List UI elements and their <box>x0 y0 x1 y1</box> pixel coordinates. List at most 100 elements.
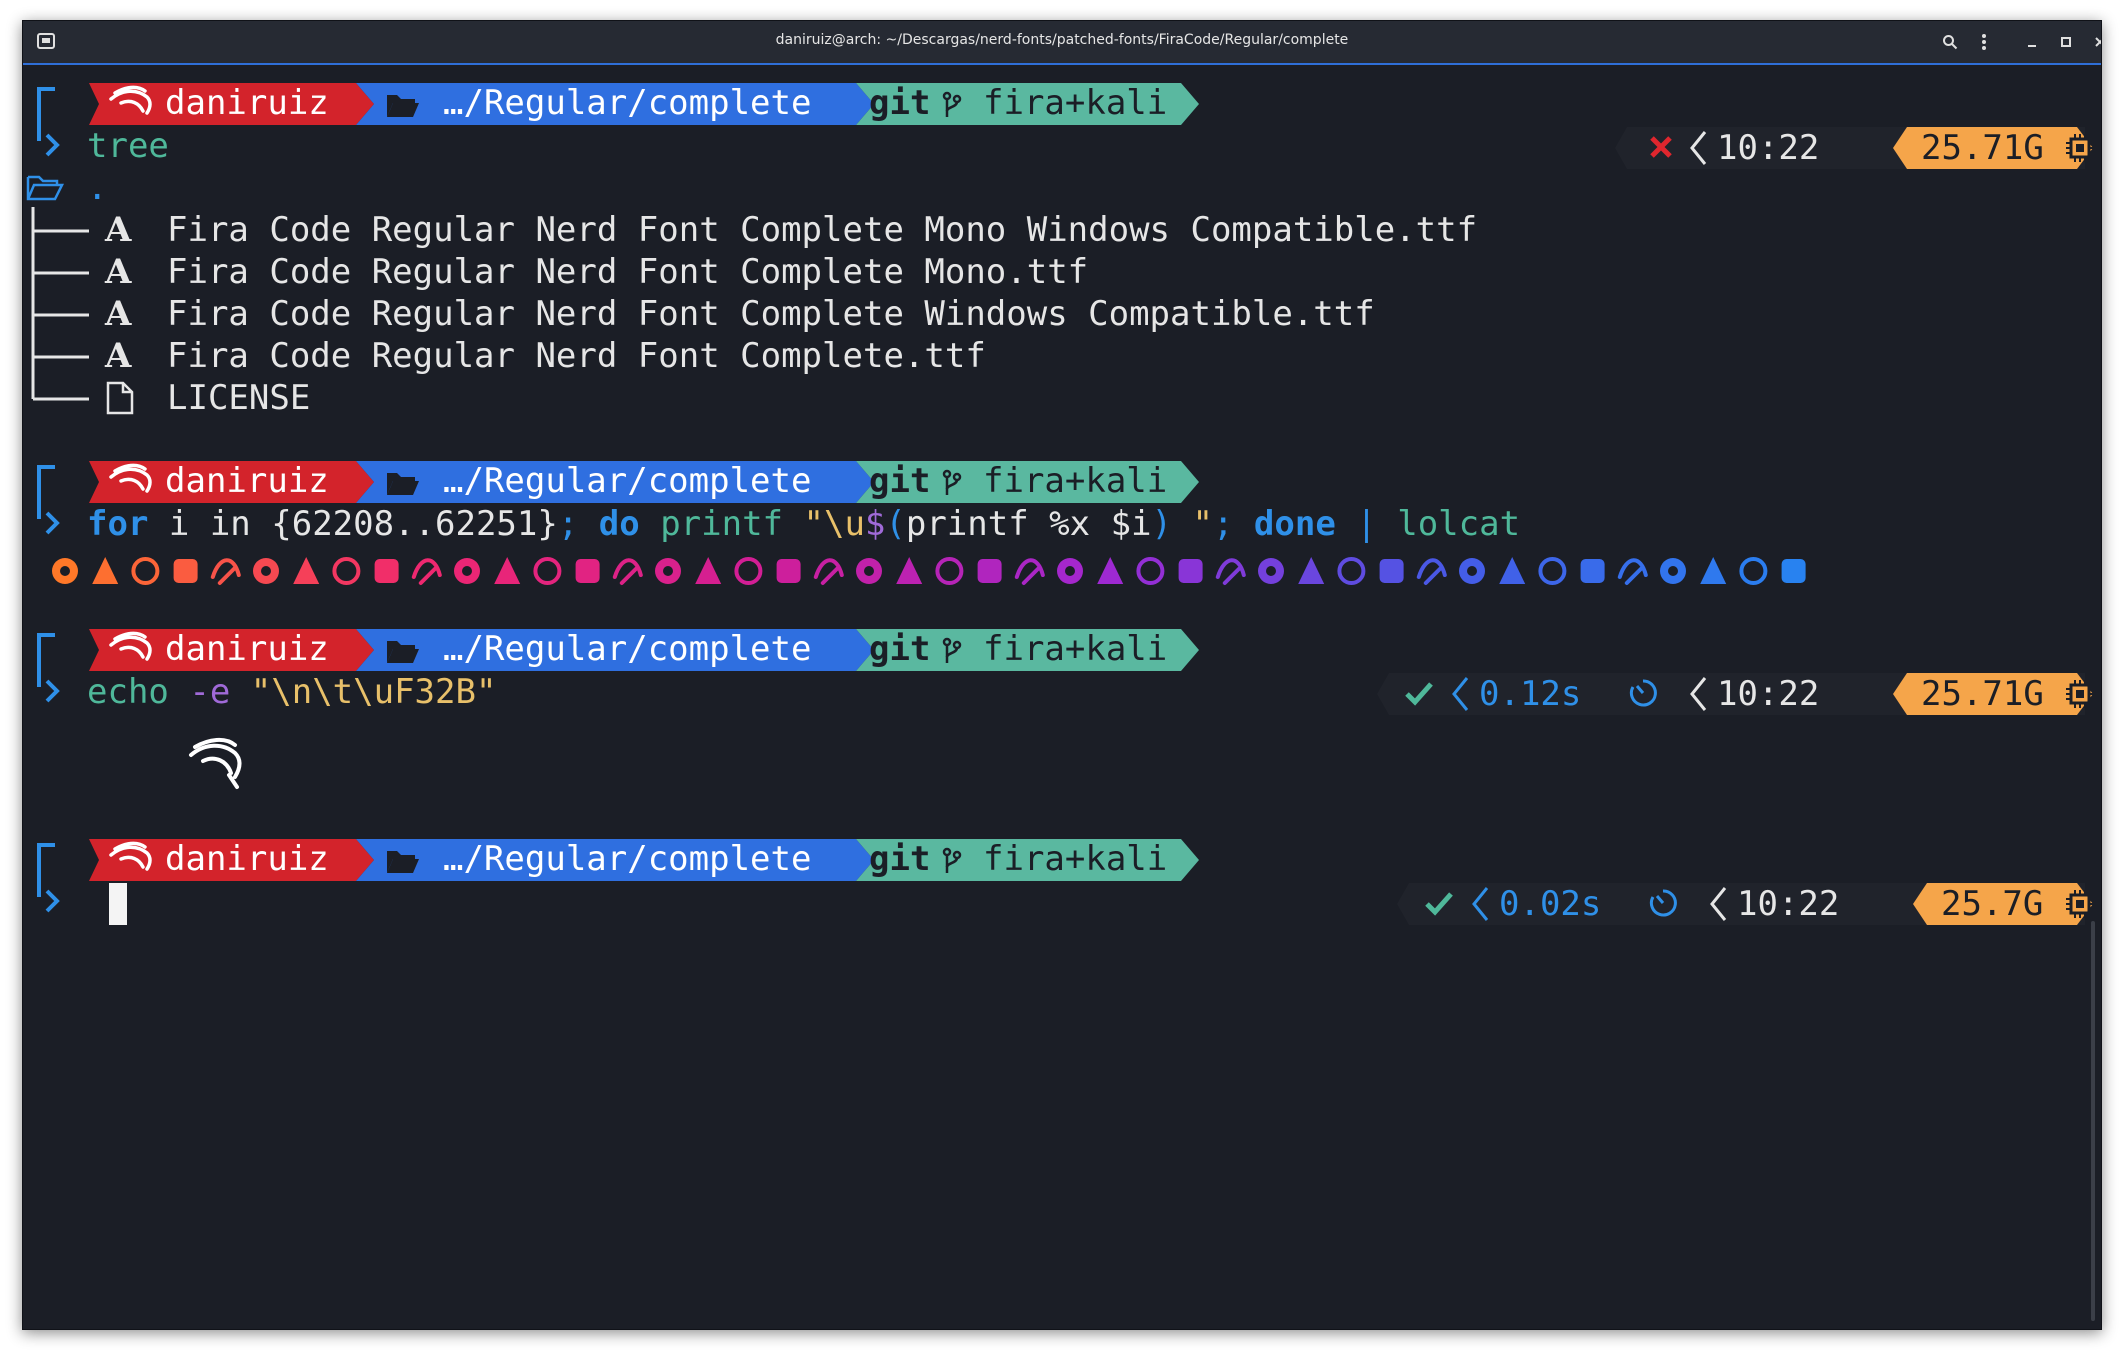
git-branch-icon <box>942 91 962 117</box>
chevron-left-icon <box>1472 887 1489 921</box>
tree-file-item: Fira Code Regular Nerd Font Complete Mon… <box>167 252 1089 292</box>
kali-dragon-icon <box>109 463 152 493</box>
check-icon <box>1425 892 1453 916</box>
distro-logo-icon <box>1215 558 1246 585</box>
distro-logo-icon <box>1617 558 1648 585</box>
distro-logo-icon <box>1499 557 1526 584</box>
prompt-git-label: git <box>869 839 931 879</box>
git-branch-icon <box>942 847 962 873</box>
git-branch-icon <box>942 637 962 663</box>
distro-logo-icon <box>1781 559 1806 583</box>
distro-logo-icon <box>454 558 480 584</box>
distro-logo-icon <box>856 558 882 584</box>
distro-logo-icon <box>131 557 160 585</box>
title-bar: daniruiz@arch: ~/Descargas/nerd-fonts/pa… <box>23 21 2101 65</box>
keyword-do: do <box>578 504 640 544</box>
distro-logo-icon <box>1258 558 1284 584</box>
chevron-left-icon <box>1710 887 1727 921</box>
distro-logo-icon <box>896 557 923 584</box>
cmd-paren-close: ) <box>1151 504 1173 544</box>
timer-icon <box>1649 889 1677 917</box>
tree-file-item: Fira Code Regular Nerd Font Complete.ttf <box>167 336 986 376</box>
scrollbar[interactable] <box>2091 921 2095 1321</box>
distro-logo-icon <box>411 558 442 585</box>
prompt-directory: …/Regular/complete <box>443 629 812 669</box>
font-file-icon: A <box>105 294 132 334</box>
cmd-flag: -e <box>168 672 231 712</box>
close-button[interactable] <box>2087 29 2101 55</box>
kebab-menu-icon <box>1982 34 1986 50</box>
chevron-left-icon <box>1452 677 1469 711</box>
distro-logo-icon <box>494 557 521 584</box>
distro-logo-icon <box>695 557 722 584</box>
font-file-icon: A <box>105 252 132 292</box>
distro-logo-icon <box>1057 558 1083 584</box>
close-icon <box>2095 37 2101 47</box>
cmd-string-start: "\u <box>783 504 865 544</box>
maximize-button[interactable] <box>2053 29 2079 55</box>
timer-icon <box>1629 679 1657 707</box>
prompt-directory: …/Regular/complete <box>443 461 812 501</box>
distro-logo-icon <box>52 558 78 584</box>
prompt-directory: …/Regular/complete <box>443 839 812 879</box>
distro-logo-icon <box>1014 558 1045 585</box>
prompt-user: daniruiz <box>165 839 329 879</box>
prompt-user: daniruiz <box>165 629 329 669</box>
folder-open-icon <box>387 473 419 495</box>
distro-logo-icon <box>1538 557 1567 585</box>
folder-open-icon <box>387 641 419 663</box>
cmd-lolcat: lolcat <box>1376 504 1521 544</box>
prompt-user: daniruiz <box>165 83 329 123</box>
distro-logo-icon <box>1700 557 1727 584</box>
terminal-cursor[interactable] <box>109 883 127 925</box>
prompt-bracket-icon <box>37 87 60 157</box>
kali-dragon-icon <box>109 85 152 115</box>
search-button[interactable] <box>1937 29 1963 55</box>
distro-logo-icon <box>533 557 562 585</box>
keyword-done: done <box>1233 504 1336 544</box>
distro-logo-icon <box>935 557 964 585</box>
distro-logo-icon <box>1178 559 1203 583</box>
distro-logo-icon <box>374 559 399 583</box>
distro-logo-icon <box>1379 559 1404 583</box>
search-icon <box>1943 35 1958 50</box>
distro-logo-icon <box>92 557 119 584</box>
clock-time: 10:22 <box>1737 884 1840 924</box>
prompt-bracket-icon <box>37 843 60 913</box>
kali-dragon-icon <box>109 841 152 871</box>
prompt-bracket-icon <box>37 465 60 535</box>
window-title: daniruiz@arch: ~/Descargas/nerd-fonts/pa… <box>775 32 1349 48</box>
distro-logo-icon <box>1097 557 1124 584</box>
tree-file-license: LICENSE <box>167 378 311 418</box>
font-file-icon: A <box>105 210 132 250</box>
cmd-semicolon: ; <box>1212 504 1234 544</box>
distro-logo-icon <box>977 559 1002 583</box>
command-echo: echo -e "\n\t\uF32B" <box>87 671 496 713</box>
distro-logo-icon <box>1416 558 1447 585</box>
cmd-printf: printf <box>639 504 784 544</box>
menu-button[interactable] <box>1971 29 1997 55</box>
prompt-branch: fira+kali <box>983 83 1168 123</box>
kali-dragon-icon <box>109 631 152 661</box>
tree-file-item: Fira Code Regular Nerd Font Complete Mon… <box>167 210 1478 250</box>
prompt-git-label: git <box>869 629 931 669</box>
cpu-chip-icon <box>2066 680 2094 708</box>
cmd-pipe: | <box>1335 504 1377 544</box>
distro-logo-icon <box>1298 557 1325 584</box>
distro-logo-icon <box>1580 559 1605 583</box>
chevron-left-icon <box>1690 677 1707 711</box>
prompt-branch: fira+kali <box>983 461 1168 501</box>
memory-usage: 25.7G <box>1941 884 2044 924</box>
distro-logo-icon <box>253 558 279 584</box>
folder-open-icon <box>387 95 419 117</box>
clock-time: 10:22 <box>1717 128 1820 168</box>
distro-logo-icon <box>173 559 198 583</box>
cmd-semicolon: ; <box>557 504 579 544</box>
minimize-button[interactable] <box>2019 29 2045 55</box>
clock-time: 10:22 <box>1717 674 1820 714</box>
maximize-icon <box>2061 37 2071 47</box>
file-icon <box>106 381 134 415</box>
distro-logo-icon <box>293 557 320 584</box>
keyword-for: for <box>87 504 149 544</box>
tree-root: . <box>87 168 108 208</box>
